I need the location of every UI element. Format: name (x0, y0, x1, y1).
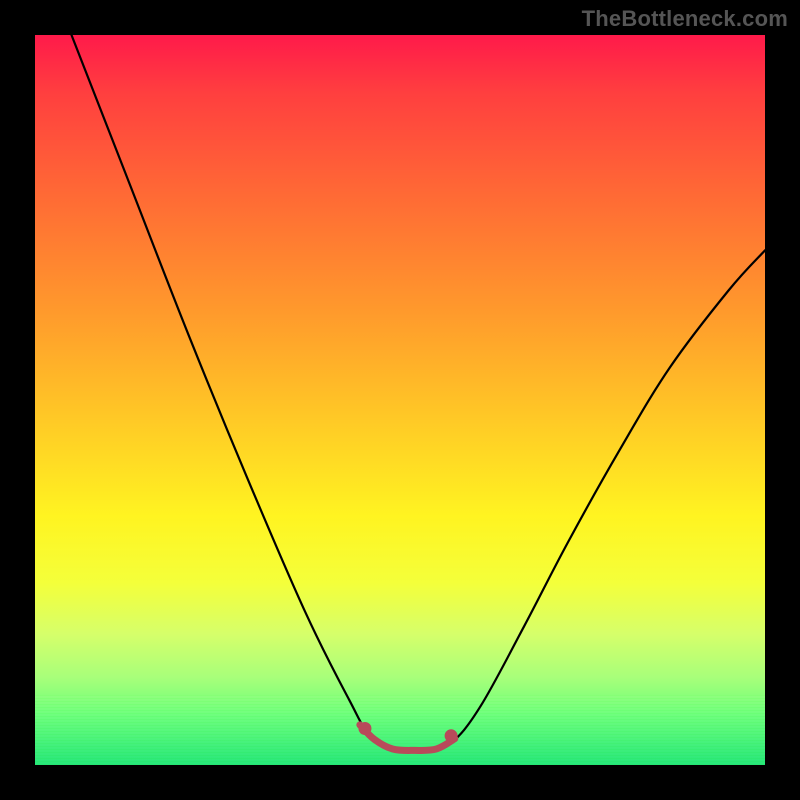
curve-svg (35, 35, 765, 765)
watermark-text: TheBottleneck.com (582, 6, 788, 32)
trough-marker-dot (358, 722, 371, 735)
trough-highlight-line (360, 725, 455, 751)
v-curve-line (72, 35, 766, 752)
trough-marker-dot (445, 729, 458, 742)
plot-area (35, 35, 765, 765)
chart-frame: TheBottleneck.com (0, 0, 800, 800)
